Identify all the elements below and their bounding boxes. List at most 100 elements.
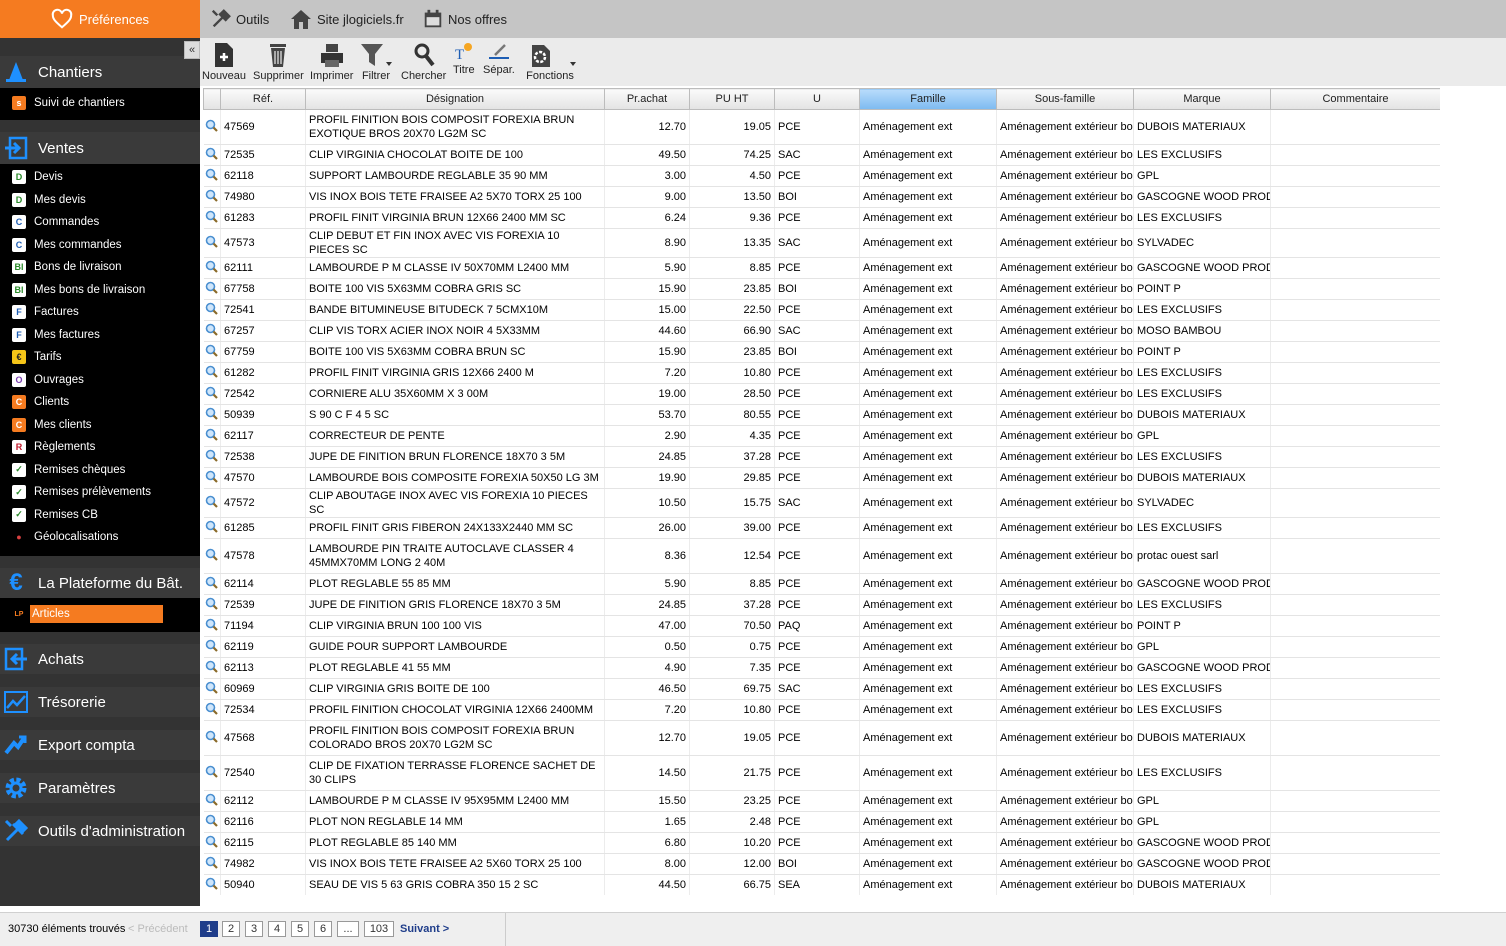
section-tresorerie[interactable]: Trésorerie xyxy=(0,687,200,717)
view-row-cell[interactable] xyxy=(203,446,221,468)
table-row[interactable]: 72534 PROFIL FINITION CHOCOLAT VIRGINIA 1… xyxy=(203,699,1440,721)
magnifier-icon[interactable] xyxy=(205,147,219,160)
filtrer-button[interactable]: Filtrer xyxy=(359,40,393,82)
magnifier-icon[interactable] xyxy=(205,814,219,827)
magnifier-icon[interactable] xyxy=(205,365,219,378)
page-link[interactable]: 5 xyxy=(291,921,309,937)
table-row[interactable]: 47573 CLIP DEBUT ET FIN INOX AVEC VIS FOR… xyxy=(203,228,1440,258)
magnifier-icon[interactable] xyxy=(205,702,219,715)
section-achats[interactable]: Achats xyxy=(0,644,200,674)
table-row[interactable]: 61282 PROFIL FINIT VIRGINIA GRIS 12X66 24… xyxy=(203,362,1440,384)
magnifier-icon[interactable] xyxy=(205,470,219,483)
column-header-marque[interactable]: Marque xyxy=(1133,88,1271,110)
page-link[interactable]: ... xyxy=(337,921,359,937)
chercher-button[interactable]: Chercher xyxy=(401,40,446,82)
table-row[interactable]: 72540 CLIP DE FIXATION TERRASSE FLORENCE … xyxy=(203,755,1440,791)
view-row-cell[interactable] xyxy=(203,467,221,489)
view-row-cell[interactable] xyxy=(203,811,221,833)
page-link[interactable]: 2 xyxy=(222,921,240,937)
magnifier-icon[interactable] xyxy=(205,597,219,610)
view-row-cell[interactable] xyxy=(203,678,221,700)
sidebar-item-articles[interactable]: LP Articles xyxy=(0,603,200,626)
sidebar-item-mes-devis[interactable]: D Mes devis xyxy=(0,189,200,212)
magnifier-icon[interactable] xyxy=(205,302,219,315)
sidebar-item-mes-commandes[interactable]: C Mes commandes xyxy=(0,234,200,257)
table-row[interactable]: 62114 PLOT REGLABLE 55 85 MM 5.90 8.85 PCE Am… xyxy=(203,573,1440,595)
view-row-cell[interactable] xyxy=(203,109,221,145)
sidebar-item-clients[interactable]: C Clients xyxy=(0,391,200,414)
supprimer-button[interactable]: Supprimer xyxy=(253,40,304,82)
sidebar-item-tarifs[interactable]: € Tarifs xyxy=(0,346,200,369)
section-admin[interactable]: Outils d'administration xyxy=(0,816,200,846)
sidebar-item-mes-factures[interactable]: F Mes factures xyxy=(0,324,200,347)
table-row[interactable]: 60969 CLIP VIRGINIA GRIS BOITE DE 100 46.5… xyxy=(203,678,1440,700)
view-row-cell[interactable] xyxy=(203,186,221,208)
table-row[interactable]: 62118 SUPPORT LAMBOURDE REGLABLE 35 90 MM… xyxy=(203,165,1440,187)
table-row[interactable]: 50939 S 90 C F 4 5 SC 53.70 80.55 PCE Aménage… xyxy=(203,404,1440,426)
view-row-cell[interactable] xyxy=(203,615,221,637)
magnifier-icon[interactable] xyxy=(205,344,219,357)
page-link[interactable]: 4 xyxy=(268,921,286,937)
table-row[interactable]: 47568 PROFIL FINITION BOIS COMPOSIT FOREX… xyxy=(203,720,1440,756)
sidebar-item-géolocalisations[interactable]: ● Géolocalisations xyxy=(0,526,200,549)
view-row-cell[interactable] xyxy=(203,383,221,405)
outils-menu[interactable]: Outils xyxy=(210,0,269,38)
table-row[interactable]: 61285 PROFIL FINIT GRIS FIBERON 24X133X24… xyxy=(203,517,1440,539)
magnifier-icon[interactable] xyxy=(205,168,219,181)
magnifier-icon[interactable] xyxy=(205,235,219,248)
view-row-cell[interactable] xyxy=(203,720,221,756)
view-row-cell[interactable] xyxy=(203,299,221,321)
view-row-cell[interactable] xyxy=(203,755,221,791)
magnifier-icon[interactable] xyxy=(205,730,219,743)
magnifier-icon[interactable] xyxy=(205,428,219,441)
column-header-puht[interactable]: PU HT xyxy=(689,88,775,110)
offres-link[interactable]: Nos offres xyxy=(422,0,507,38)
sidebar-item-devis[interactable]: D Devis xyxy=(0,166,200,189)
magnifier-icon[interactable] xyxy=(205,119,219,132)
separateur-button[interactable]: Sépar. xyxy=(483,40,515,76)
sidebar-item-suivi[interactable]: s Suivi de chantiers xyxy=(0,92,200,115)
magnifier-icon[interactable] xyxy=(205,520,219,533)
table-row[interactable]: 47572 CLIP ABOUTAGE INOX AVEC VIS FOREXIA… xyxy=(203,488,1440,518)
magnifier-icon[interactable] xyxy=(205,495,219,508)
table-row[interactable]: 47569 PROFIL FINITION BOIS COMPOSIT FOREX… xyxy=(203,109,1440,145)
fonctions-button[interactable]: Fonctions xyxy=(522,40,578,82)
view-row-cell[interactable] xyxy=(203,207,221,229)
sidebar-item-mes-bons-de-livraison[interactable]: Bl Mes bons de livraison xyxy=(0,279,200,302)
table-row[interactable]: 74980 VIS INOX BOIS TETE FRAISEE A2 5X70 … xyxy=(203,186,1440,208)
nouveau-button[interactable]: Nouveau xyxy=(202,40,246,82)
view-row-cell[interactable] xyxy=(203,362,221,384)
section-plateforme[interactable]: € La Plateforme du Bât. xyxy=(0,568,200,598)
column-header-ref[interactable]: Réf. xyxy=(220,88,306,110)
view-row-cell[interactable] xyxy=(203,341,221,363)
magnifier-icon[interactable] xyxy=(205,835,219,848)
magnifier-icon[interactable] xyxy=(205,793,219,806)
section-ventes[interactable]: Ventes xyxy=(0,132,200,164)
magnifier-icon[interactable] xyxy=(205,189,219,202)
magnifier-icon[interactable] xyxy=(205,281,219,294)
sidebar-item-remises-cb[interactable]: ✓ Remises CB xyxy=(0,504,200,527)
magnifier-icon[interactable] xyxy=(205,386,219,399)
view-row-cell[interactable] xyxy=(203,165,221,187)
magnifier-icon[interactable] xyxy=(205,548,219,561)
table-row[interactable]: 61283 PROFIL FINIT VIRGINIA BRUN 12X66 24… xyxy=(203,207,1440,229)
magnifier-icon[interactable] xyxy=(205,877,219,890)
column-header-sous-famille[interactable]: Sous-famille xyxy=(996,88,1134,110)
view-row-cell[interactable] xyxy=(203,320,221,342)
table-row[interactable]: 74982 VIS INOX BOIS TETE FRAISEE A2 5X60 … xyxy=(203,853,1440,875)
view-row-cell[interactable] xyxy=(203,832,221,854)
sidebar-item-factures[interactable]: F Factures xyxy=(0,301,200,324)
table-row[interactable]: 67257 CLIP VIS TORX ACIER INOX NOIR 4 5X3… xyxy=(203,320,1440,342)
view-row-cell[interactable] xyxy=(203,228,221,258)
table-row[interactable]: 62111 LAMBOURDE P M CLASSE IV 50X70MM L24… xyxy=(203,257,1440,279)
table-row[interactable]: 47578 LAMBOURDE PIN TRAITE AUTOCLAVE CLAS… xyxy=(203,538,1440,574)
page-link[interactable]: 3 xyxy=(245,921,263,937)
view-row-cell[interactable] xyxy=(203,699,221,721)
view-row-cell[interactable] xyxy=(203,790,221,812)
table-row[interactable]: 67758 BOITE 100 VIS 5X63MM COBRA GRIS SC 1… xyxy=(203,278,1440,300)
column-header-designation[interactable]: Désignation xyxy=(305,88,605,110)
table-row[interactable]: 62117 CORRECTEUR DE PENTE 2.90 4.35 PCE Aména… xyxy=(203,425,1440,447)
column-header-prachat[interactable]: Pr.achat xyxy=(604,88,690,110)
imprimer-button[interactable]: Imprimer xyxy=(310,40,353,82)
magnifier-icon[interactable] xyxy=(205,407,219,420)
